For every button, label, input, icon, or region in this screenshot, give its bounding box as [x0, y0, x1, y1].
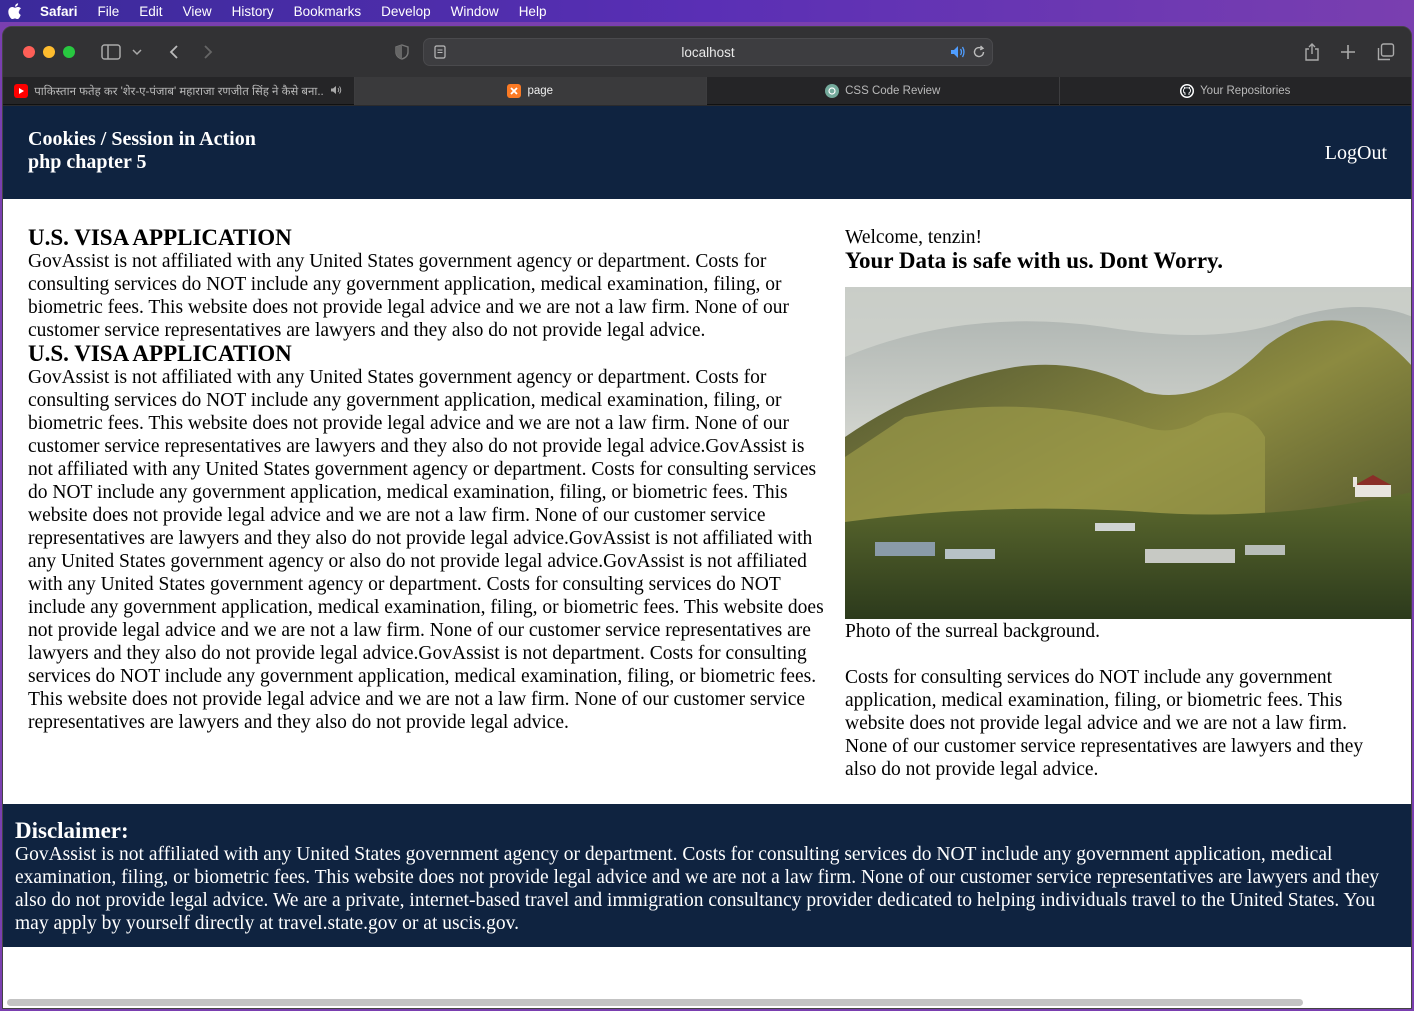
menu-bookmarks[interactable]: Bookmarks: [294, 4, 362, 19]
tab-speaker-icon[interactable]: [330, 85, 342, 98]
menu-file[interactable]: File: [98, 4, 120, 19]
horizontal-scrollbar[interactable]: [7, 999, 1303, 1006]
back-icon[interactable]: [163, 41, 185, 63]
disclaimer-text: GovAssist is not affiliated with any Uni…: [15, 844, 1380, 934]
reload-icon[interactable]: [972, 45, 986, 59]
landscape-photo: [845, 287, 1411, 619]
menu-bar: Safari File Edit View History Bookmarks …: [0, 0, 1414, 22]
section-heading: U.S. VISA APPLICATION: [28, 225, 292, 250]
window-controls: [23, 46, 75, 58]
site-header: Cookies / Session in Action php chapter …: [3, 106, 1411, 199]
youtube-icon: [14, 84, 29, 98]
main-content: U.S. VISA APPLICATION GovAssist is not a…: [28, 226, 828, 734]
close-window-button[interactable]: [23, 46, 35, 58]
photo-caption: Photo of the surreal background.: [845, 621, 1101, 642]
menu-safari[interactable]: Safari: [40, 4, 78, 19]
sidebar-content: Welcome, tenzin! Your Data is safe with …: [845, 226, 1411, 781]
tab-label: page: [527, 85, 554, 97]
zoom-window-button[interactable]: [63, 46, 75, 58]
chevron-down-icon[interactable]: [131, 41, 143, 63]
speaker-icon[interactable]: [950, 45, 966, 59]
privacy-shield-icon[interactable]: [391, 41, 413, 63]
menu-edit[interactable]: Edit: [139, 4, 162, 19]
menu-history[interactable]: History: [232, 4, 274, 19]
tab-label: Your Repositories: [1200, 85, 1291, 97]
tab-label: पाकिस्तान फतेह कर 'शेर-ए-पंजाब' महाराजा …: [34, 85, 325, 98]
page-viewport: Cookies / Session in Action php chapter …: [3, 106, 1411, 1008]
tab-your-repositories[interactable]: Your Repositories: [1060, 77, 1412, 105]
safety-message: Your Data is safe with us. Dont Worry.: [845, 248, 1224, 273]
brand-subtitle: php chapter 5: [28, 151, 147, 173]
address-bar[interactable]: localhost: [423, 38, 993, 66]
logout-link[interactable]: LogOut: [1325, 142, 1387, 165]
github-icon: [1180, 84, 1195, 98]
forward-icon[interactable]: [197, 41, 219, 63]
section-heading: U.S. VISA APPLICATION: [28, 341, 292, 366]
browser-toolbar: localhost: [3, 27, 1411, 77]
sidebar-paragraph: Costs for consulting services do NOT inc…: [845, 667, 1364, 780]
section-paragraph: GovAssist is not affiliated with any Uni…: [28, 251, 789, 341]
disclaimer-footer: Disclaimer: GovAssist is not affiliated …: [3, 804, 1411, 947]
welcome-message: Welcome, tenzin!: [845, 227, 983, 248]
tab-label: CSS Code Review: [845, 85, 941, 97]
menu-view[interactable]: View: [183, 4, 212, 19]
sidebar-icon[interactable]: [99, 41, 123, 63]
chatgpt-icon: [825, 84, 840, 98]
brand-title: Cookies / Session in Action: [28, 128, 256, 150]
site-brand: Cookies / Session in Action php chapter …: [28, 128, 256, 174]
page-icon: [434, 45, 446, 59]
menu-help[interactable]: Help: [519, 4, 547, 19]
tab-page[interactable]: page: [354, 77, 707, 105]
xampp-icon: [507, 84, 522, 98]
section-paragraph: GovAssist is not affiliated with any Uni…: [28, 367, 824, 733]
menu-window[interactable]: Window: [451, 4, 499, 19]
new-tab-icon[interactable]: [1337, 41, 1359, 63]
menu-develop[interactable]: Develop: [381, 4, 431, 19]
url-text: localhost: [681, 44, 735, 60]
minimize-window-button[interactable]: [43, 46, 55, 58]
browser-window: localhost पाकिस्तान फतेह कर 'शेर-ए-पंजाब…: [2, 26, 1412, 1009]
disclaimer-title: Disclaimer:: [15, 818, 129, 843]
tab-bar: पाकिस्तान फतेह कर 'शेर-ए-पंजाब' महाराजा …: [3, 77, 1411, 105]
share-icon[interactable]: [1301, 41, 1323, 63]
tab-overview-icon[interactable]: [1375, 41, 1397, 63]
tab-youtube[interactable]: पाकिस्तान फतेह कर 'शेर-ए-पंजाब' महाराजा …: [3, 77, 355, 105]
tab-css-code-review[interactable]: CSS Code Review: [707, 77, 1060, 105]
apple-icon[interactable]: [8, 3, 22, 19]
